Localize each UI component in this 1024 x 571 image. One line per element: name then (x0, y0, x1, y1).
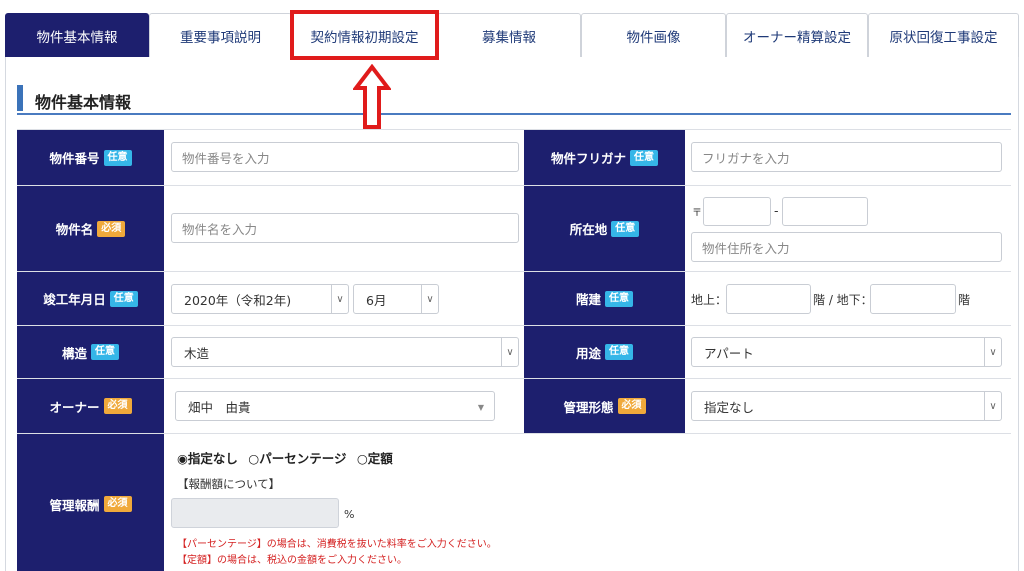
floors-above-input[interactable] (726, 284, 811, 314)
form-row: 物件名 必須 物件名を入力 所在地 任意 〒 - 物件住所を入力 (17, 186, 1011, 272)
label-usage: 用途 任意 (524, 326, 685, 378)
usage-value: アパート (704, 345, 754, 361)
required-badge: 必須 (617, 398, 646, 414)
management-type-select[interactable]: 指定なし ∨ (691, 391, 1002, 421)
highlight-box (290, 10, 439, 60)
label-text: オーナー (49, 399, 100, 415)
required-badge: 必須 (97, 220, 126, 237)
label-property-number: 物件番号 任意 (17, 130, 164, 185)
label-text: 竣工年月日 (43, 292, 106, 307)
fee-note-fixed: 【定額】の場合は、税込の金額をご入力ください。 (177, 555, 407, 566)
built-year-value: 2020年（令和2年) (184, 292, 292, 308)
optional-badge: 任意 (605, 344, 633, 360)
form-row: 物件番号 任意 物件番号を入力 物件フリガナ 任意 フリガナを入力 (17, 130, 1011, 186)
radio-fixed[interactable]: ○定額 (357, 451, 393, 466)
tab-recruitment[interactable]: 募集情報 (437, 13, 581, 57)
label-address: 所在地 任意 (524, 186, 685, 271)
fee-amount-input[interactable] (171, 498, 339, 528)
tab-important-matters[interactable]: 重要事項説明 (149, 13, 292, 57)
label-management-type: 管理形態 必須 (524, 379, 685, 433)
tab-owner-settlement[interactable]: オーナー精算設定 (726, 13, 868, 57)
property-name-input[interactable]: 物件名を入力 (171, 213, 519, 243)
radio-none[interactable]: ◉指定なし (177, 451, 238, 466)
address-input[interactable]: 物件住所を入力 (691, 232, 1002, 262)
chevron-down-icon: ∨ (331, 285, 348, 313)
structure-value: 木造 (184, 345, 210, 361)
property-furigana-input[interactable]: フリガナを入力 (691, 142, 1002, 172)
form-row: 構造 任意 木造 ∨ 用途 任意 アパート ∨ (17, 326, 1011, 379)
label-text: 物件フリガナ (550, 151, 626, 166)
label-property-name: 物件名 必須 (17, 186, 164, 271)
section-accent-bar (17, 85, 23, 111)
section-title: 物件基本情報 (35, 93, 132, 112)
section-header: 物件基本情報 (17, 83, 1011, 115)
up-arrow-icon (353, 64, 391, 129)
postal-code-first-input[interactable] (703, 197, 771, 226)
floors-below-input[interactable] (870, 284, 956, 314)
label-owner: オーナー 必須 (17, 379, 164, 433)
optional-badge: 任意 (630, 149, 658, 166)
optional-badge: 任意 (605, 290, 633, 307)
tab-bar: 物件基本情報 重要事項説明 契約情報初期設定 募集情報 物件画像 オーナー精算設… (5, 13, 1019, 57)
owner-select[interactable]: 畑中 由貴 ▼ (175, 391, 495, 421)
label-management-fee: 管理報酬 必須 (17, 434, 164, 571)
optional-badge: 任意 (91, 344, 119, 360)
label-text: 階建 (575, 292, 601, 307)
form-row: オーナー 必須 畑中 由貴 ▼ 管理形態 必須 指定なし ∨ (17, 379, 1011, 434)
form-row: 竣工年月日 任意 2020年（令和2年) ∨ 6月 ∨ 階建 任意 地上： 階 … (17, 272, 1011, 326)
floors-suffix: 階 (958, 293, 971, 307)
chevron-down-icon: ∨ (984, 392, 1001, 420)
tab-property-basic[interactable]: 物件基本情報 (5, 13, 149, 57)
optional-badge: 任意 (103, 149, 132, 166)
property-number-input[interactable]: 物件番号を入力 (171, 142, 519, 172)
label-text: 物件番号 (49, 151, 100, 166)
property-form: 物件番号 任意 物件番号を入力 物件フリガナ 任意 フリガナを入力 物件名 必須… (17, 129, 1011, 571)
tab-property-images[interactable]: 物件画像 (581, 13, 726, 57)
label-text: 所在地 (569, 222, 608, 237)
radio-none-label: 指定なし (187, 451, 238, 466)
content-panel: 物件基本情報 物件番号 任意 物件番号を入力 物件フリガナ 任意 フリガナを入力… (5, 57, 1019, 571)
optional-badge: 任意 (109, 290, 138, 307)
fee-note-percentage: 【パーセンテージ】の場合は、消費税を抜いた料率をご入力ください。 (177, 539, 497, 550)
label-text: 物件名 (55, 222, 94, 237)
optional-badge: 任意 (611, 220, 640, 237)
built-month-select[interactable]: 6月 ∨ (353, 284, 439, 314)
form-row: 管理報酬 必須 ◉指定なし ○パーセンテージ ○定額 【報酬額について】 % 【… (17, 434, 1011, 571)
chevron-down-icon: ∨ (501, 338, 518, 366)
built-month-value: 6月 (366, 292, 387, 308)
postal-mark: 〒 (692, 208, 702, 219)
label-text: 用途 (575, 345, 601, 361)
floors-above-label: 地上： (691, 293, 728, 307)
label-built-date: 竣工年月日 任意 (17, 272, 164, 325)
fee-type-radio-group: ◉指定なし ○パーセンテージ ○定額 (177, 448, 393, 467)
label-text: 管理報酬 (49, 497, 100, 513)
owner-value: 畑中 由貴 (188, 399, 251, 415)
chevron-down-icon: ∨ (421, 285, 438, 313)
postal-code-second-input[interactable] (782, 197, 868, 226)
usage-select[interactable]: アパート ∨ (691, 337, 1002, 367)
fee-about-label: 【報酬額について】 (177, 477, 281, 491)
fee-unit: % (344, 508, 355, 521)
built-year-select[interactable]: 2020年（令和2年) ∨ (171, 284, 349, 314)
label-floors: 階建 任意 (524, 272, 685, 325)
tab-restoration-work[interactable]: 原状回復工事設定 (868, 13, 1019, 57)
label-property-furigana: 物件フリガナ 任意 (524, 130, 685, 185)
management-type-value: 指定なし (704, 399, 755, 415)
radio-fixed-label: 定額 (367, 451, 393, 466)
caret-down-icon: ▼ (477, 403, 484, 412)
label-text: 構造 (61, 345, 87, 361)
label-structure: 構造 任意 (17, 326, 164, 378)
postal-separator: - (774, 203, 779, 218)
radio-percentage[interactable]: ○パーセンテージ (248, 451, 346, 466)
chevron-down-icon: ∨ (984, 338, 1001, 366)
radio-percentage-label: パーセンテージ (259, 451, 347, 466)
required-badge: 必須 (103, 496, 132, 512)
label-text: 管理形態 (563, 399, 614, 415)
floors-below-label: 階 / 地下： (813, 293, 873, 307)
structure-select[interactable]: 木造 ∨ (171, 337, 519, 367)
required-badge: 必須 (103, 398, 132, 414)
